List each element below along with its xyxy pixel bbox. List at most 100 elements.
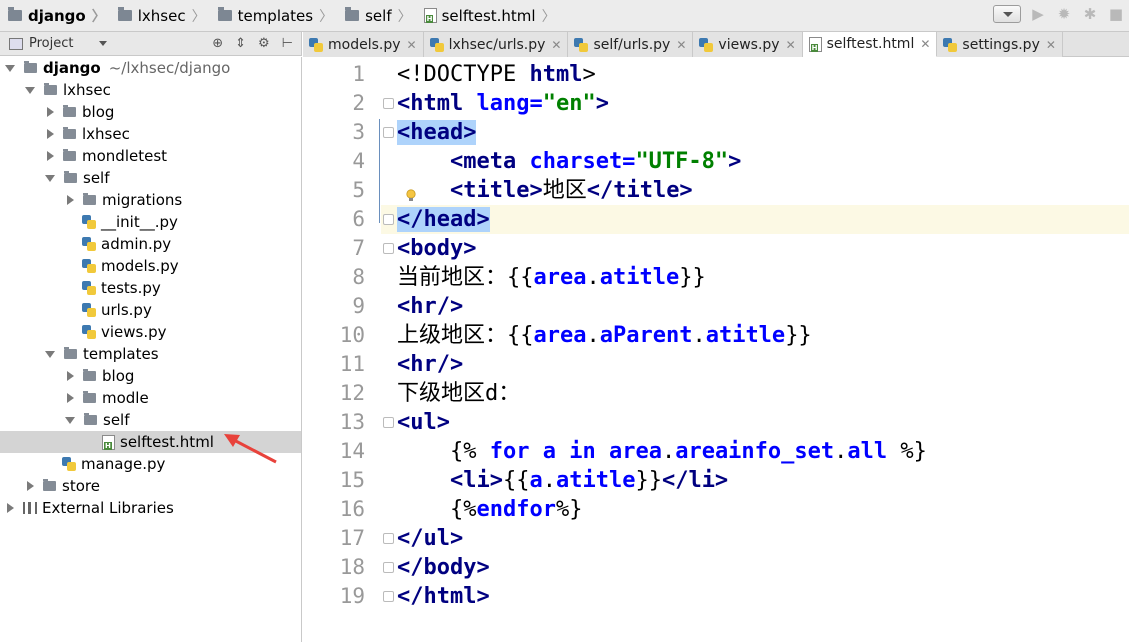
breadcrumb-item[interactable]: templates 〉 <box>210 0 338 32</box>
coverage-icon[interactable]: ✱ <box>1081 5 1099 23</box>
breadcrumb-item[interactable]: self 〉 <box>337 0 416 32</box>
tree-item[interactable]: mondletest <box>0 145 301 167</box>
code-token: . <box>542 468 556 493</box>
editor-tab[interactable]: settings.py ✕ <box>937 32 1063 57</box>
code-line[interactable]: <!DOCTYPE html> <box>397 60 596 89</box>
code-line[interactable]: {%endfor%} <box>397 495 583 524</box>
tree-item[interactable]: __init__.py <box>0 211 301 233</box>
gear-icon[interactable]: ⚙ <box>258 36 270 51</box>
breadcrumb-item[interactable]: django 〉 <box>0 0 110 32</box>
tree-item[interactable]: admin.py <box>0 233 301 255</box>
tree-item[interactable]: lxhsec <box>0 123 301 145</box>
editor-tab[interactable]: lxhsec/urls.py ✕ <box>423 32 569 57</box>
code-line[interactable]: <html lang="en"> <box>397 89 609 118</box>
fold-marker-icon[interactable] <box>383 533 394 544</box>
code-line[interactable]: </head> <box>397 205 490 234</box>
close-icon[interactable]: ✕ <box>551 38 561 52</box>
expand-arrow-right-icon[interactable] <box>47 129 54 139</box>
expand-arrow-down-icon[interactable] <box>45 174 55 182</box>
expand-arrow-right-icon[interactable] <box>47 151 54 161</box>
tree-item[interactable]: models.py <box>0 255 301 277</box>
fold-marker-icon[interactable] <box>383 214 394 225</box>
tree-item[interactable]: urls.py <box>0 299 301 321</box>
code-line[interactable]: <body> <box>397 234 476 263</box>
code-line[interactable]: <head> <box>397 118 477 147</box>
tree-item[interactable]: store <box>0 475 301 497</box>
chevron-down-icon[interactable] <box>99 41 108 46</box>
code-line[interactable]: <title>地区</title> <box>397 176 693 205</box>
fold-marker-icon[interactable] <box>383 417 394 428</box>
collapse-all-icon[interactable]: ⇕ <box>235 36 246 51</box>
code-line[interactable]: <li>{{a.atitle}}</li> <box>397 466 728 495</box>
code-line[interactable]: <hr/> <box>397 292 463 321</box>
line-number: 11 <box>339 352 365 376</box>
expand-arrow-right-icon[interactable] <box>67 195 74 205</box>
code-line[interactable]: 上级地区：{{area.aParent.atitle}} <box>397 321 812 350</box>
python-file-icon <box>943 37 958 52</box>
expand-arrow-right-icon[interactable] <box>47 107 54 117</box>
expand-arrow-down-icon[interactable] <box>25 86 35 94</box>
close-icon[interactable]: ✕ <box>407 38 417 52</box>
editor-tab[interactable]: views.py ✕ <box>693 32 803 57</box>
fold-marker-icon[interactable] <box>383 591 394 602</box>
scroll-from-source-icon[interactable]: ⊕ <box>212 36 223 51</box>
tree-item[interactable]: blog <box>0 365 301 387</box>
breadcrumb-item[interactable]: selftest.html 〉 <box>416 0 560 32</box>
expand-arrow-right-icon[interactable] <box>27 481 34 491</box>
code-line[interactable]: </html> <box>397 582 490 611</box>
editor-tab[interactable]: models.py ✕ <box>303 32 424 57</box>
code-line[interactable]: <hr/> <box>397 350 463 379</box>
fold-marker-icon[interactable] <box>383 127 394 138</box>
code-line[interactable]: </ul> <box>397 524 463 553</box>
code-line[interactable]: <ul> <box>397 408 450 437</box>
code-token: for <box>489 439 530 464</box>
tree-item[interactable]: blog <box>0 101 301 123</box>
code-token: <meta <box>449 149 530 174</box>
tree-item[interactable]: tests.py <box>0 277 301 299</box>
tree-item[interactable]: django ~/lxhsec/django <box>0 57 301 79</box>
editor-tab[interactable]: self/urls.py ✕ <box>568 32 694 57</box>
expand-arrow-down-icon[interactable] <box>65 416 75 424</box>
close-icon[interactable]: ✕ <box>676 38 686 52</box>
run-configuration-dropdown[interactable] <box>993 5 1021 23</box>
fold-marker-icon[interactable] <box>383 98 394 109</box>
run-icon[interactable]: ▶ <box>1029 5 1047 23</box>
close-icon[interactable]: ✕ <box>786 38 796 52</box>
editor-tab[interactable]: selftest.html ✕ <box>802 32 938 57</box>
tree-item[interactable]: External Libraries <box>0 497 301 519</box>
expand-arrow-right-icon[interactable] <box>7 503 14 513</box>
python-file-icon <box>82 303 96 317</box>
tree-item[interactable]: lxhsec <box>0 79 301 101</box>
line-number: 2 <box>352 91 365 115</box>
tree-item[interactable]: modle <box>0 387 301 409</box>
code-line[interactable]: </body> <box>397 553 490 582</box>
expand-arrow-down-icon[interactable] <box>45 350 55 358</box>
tree-item[interactable]: migrations <box>0 189 301 211</box>
code-line[interactable]: 下级地区d： <box>397 379 520 408</box>
folder-icon <box>64 171 77 183</box>
expand-arrow-down-icon[interactable] <box>5 64 15 72</box>
code-editor[interactable]: 1 2 3 4 5 6 7 8 9 10 11 12 13 14 15 16 17 18 19 <!DOCTYPE … <box>303 57 1129 642</box>
fold-marker-icon[interactable] <box>383 243 394 254</box>
tree-item[interactable]: views.py <box>0 321 301 343</box>
code-line[interactable]: <meta charset="UTF-8"> <box>397 147 741 176</box>
close-icon[interactable]: ✕ <box>920 37 930 51</box>
code-token: <ul> <box>397 410 450 435</box>
breadcrumb-item[interactable]: lxhsec 〉 <box>110 0 210 32</box>
tree-item-label: migrations <box>102 191 183 209</box>
expand-arrow-right-icon[interactable] <box>67 393 74 403</box>
fold-marker-icon[interactable] <box>383 562 394 573</box>
code-line[interactable]: {% for a in area.areainfo_set.all %} <box>397 437 927 466</box>
expand-arrow-right-icon[interactable] <box>67 371 74 381</box>
close-icon[interactable]: ✕ <box>1046 38 1056 52</box>
tree-item-label: views.py <box>101 323 167 341</box>
tree-item-label: lxhsec <box>63 81 111 99</box>
tree-item[interactable]: self <box>0 167 301 189</box>
tree-item[interactable]: templates <box>0 343 301 365</box>
code-line[interactable]: 当前地区：{{area.atitle}} <box>397 263 706 292</box>
stop-icon[interactable]: ■ <box>1107 5 1125 23</box>
hide-panel-icon[interactable]: ⊢ <box>282 36 293 51</box>
debug-icon[interactable]: ✹ <box>1055 5 1073 23</box>
code-area[interactable]: <!DOCTYPE html> <html lang="en"> <head> <m… <box>397 57 1129 642</box>
project-view-selector[interactable]: Project <box>29 36 73 51</box>
